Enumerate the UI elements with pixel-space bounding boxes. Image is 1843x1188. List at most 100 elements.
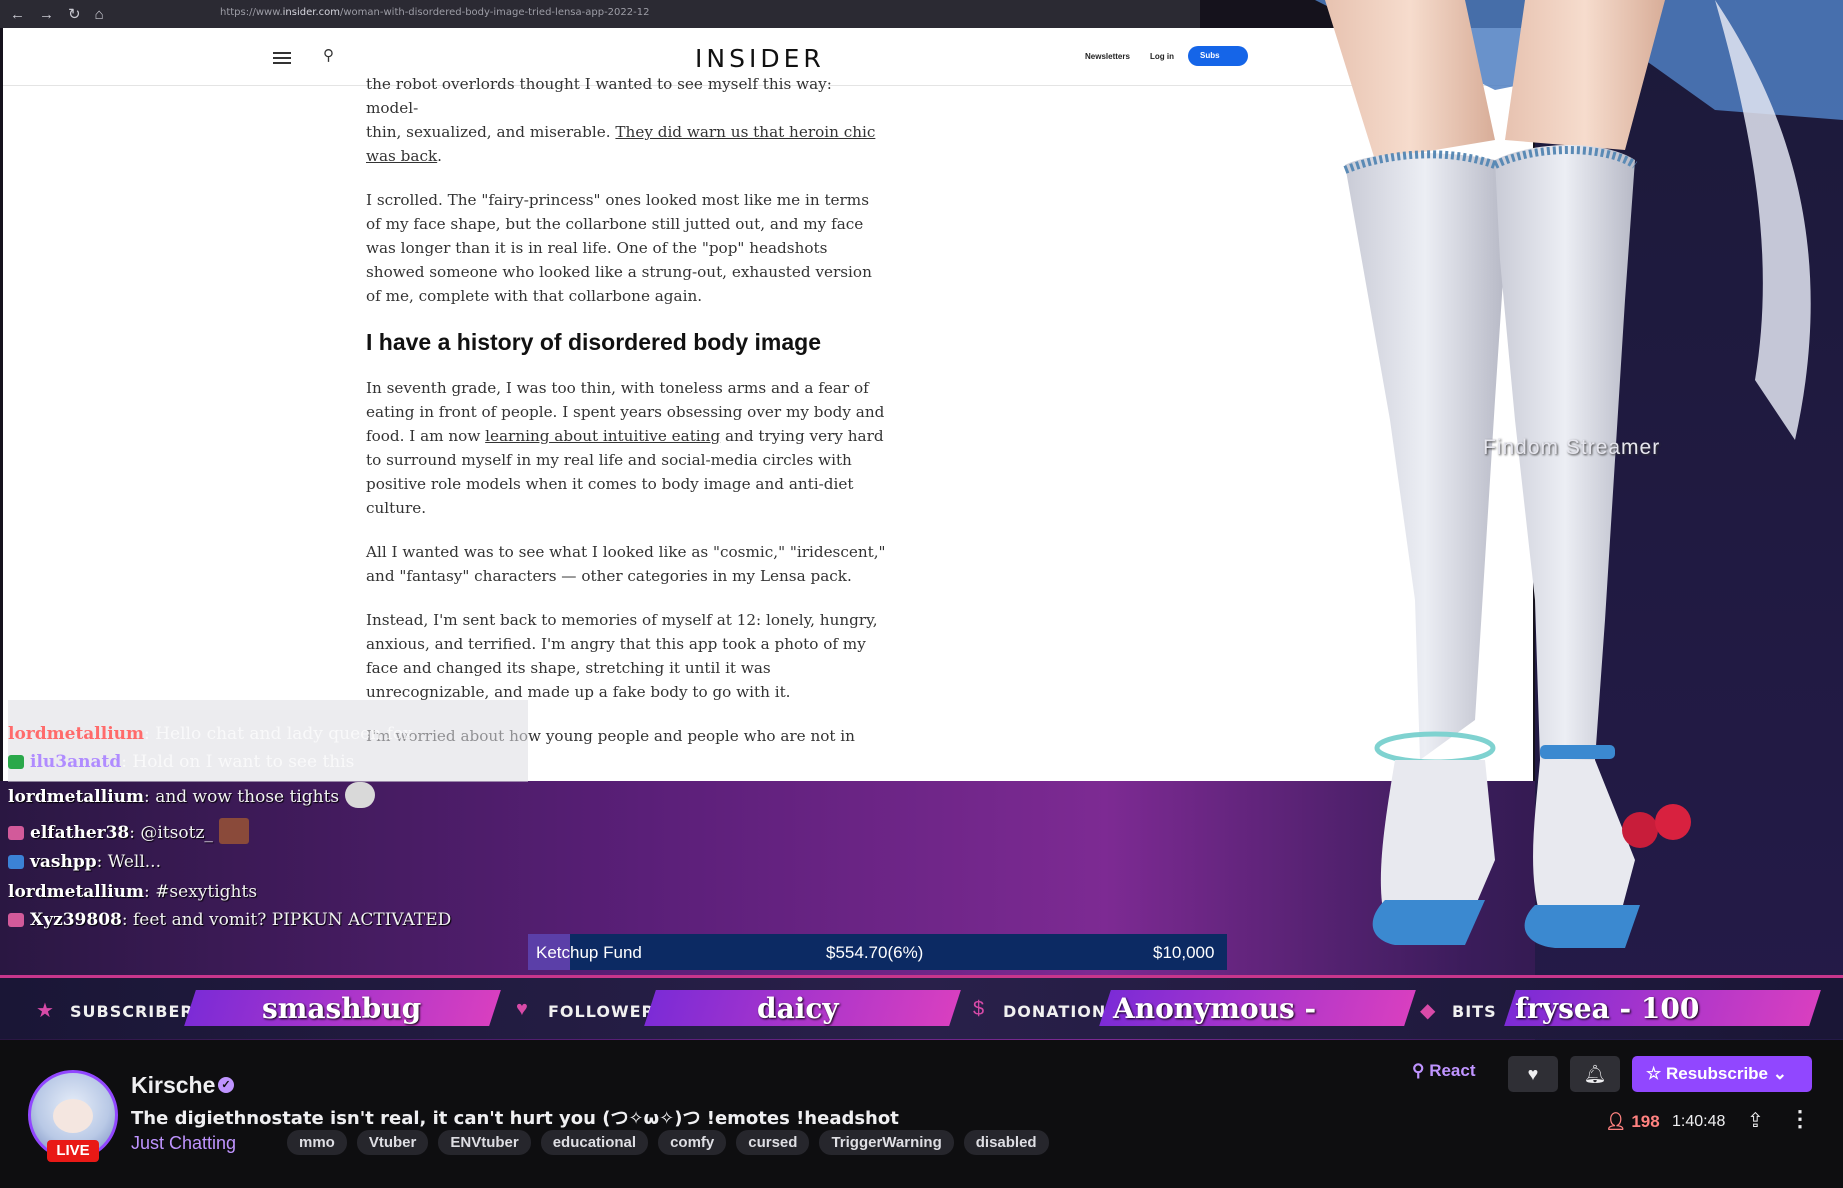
stream-tag[interactable]: disabled: [963, 1130, 1049, 1155]
chat-badge-icon: [8, 855, 24, 869]
menu-icon: [273, 52, 291, 64]
chat-text: dominate me~: [8, 676, 135, 696]
chat-username: elfather38: [30, 823, 130, 843]
resubscribe-label: Resubscribe: [1665, 1064, 1769, 1083]
stream-tag[interactable]: educational: [540, 1130, 649, 1155]
follower-value: daicy: [757, 992, 839, 1025]
follower-label: FOLLOWER: [548, 1002, 655, 1021]
avatar-shoe-right: [1524, 905, 1640, 948]
heart-icon: ♥: [516, 998, 528, 1020]
chat-emote-icon: [345, 782, 376, 808]
resubscribe-button[interactable]: ☆ Resubscribe ⌄: [1632, 1056, 1812, 1092]
viewer-count: 👤︎ 198: [1605, 1112, 1660, 1132]
stream-tag[interactable]: cursed: [736, 1130, 810, 1155]
chat-username: lordmetallium: [8, 724, 145, 744]
chat-text: #sexytights: [155, 882, 258, 902]
more-options-icon[interactable]: ⋮: [1789, 1106, 1811, 1132]
chat-emote-icon: [218, 818, 249, 844]
chat-text: Hold on I want to see this: [132, 752, 355, 772]
captured-url: https://www.insider.com/woman-with-disor…: [220, 7, 649, 18]
donation-label: DONATION: [1003, 1002, 1107, 1021]
fund-amount: $554.70(6%): [826, 943, 924, 962]
forward-arrow-icon: →: [39, 5, 54, 23]
chat-separator: :: [121, 910, 134, 930]
chat-message: lordmetallium: Hello chat and lady queen…: [8, 724, 413, 744]
chat-badge-icon: [8, 755, 24, 769]
subscriber-label: SUBSCRIBER: [70, 1002, 194, 1021]
article-paragraph: I scrolled. The "fairy-princess" ones lo…: [366, 191, 872, 305]
video-player[interactable]: ← → ↻ ⌂ https://www.insider.com/woman-wi…: [0, 0, 1843, 1040]
fund-name: Ketchup Fund: [536, 943, 642, 962]
bits-gem-icon: ◆: [1420, 1000, 1436, 1022]
avatar-cherry: [1622, 812, 1658, 848]
share-icon[interactable]: ⇪: [1747, 1108, 1764, 1133]
avatar-thigh-left: [1325, 0, 1495, 160]
chat-separator: :: [144, 787, 156, 807]
notifications-button[interactable]: 🔔︎: [1570, 1056, 1620, 1092]
stream-tag[interactable]: ENVtuber: [438, 1130, 531, 1155]
chat-message: dominate me~: [8, 676, 134, 696]
avatar-ankle-strap: [1540, 745, 1615, 759]
avatar-shoe-left: [1372, 900, 1485, 945]
star-icon: ★: [36, 1000, 54, 1022]
bits-value: frysea - 100: [1515, 992, 1700, 1025]
tag-list: mmo Vtuber ENVtuber educational comfy cursed T…: [287, 1130, 1049, 1155]
url-path: /woman-with-disordered-body-image-tried-…: [340, 7, 650, 18]
chat-username: Xyz39808: [30, 910, 122, 930]
site-logo: INSIDER: [695, 44, 825, 73]
chat-text: Hello chat and lady queen fox: [155, 724, 413, 744]
ketchup-fund-bar: Ketchup Fund $554.70(6%) $10,000: [528, 934, 1227, 970]
chat-username: lordmetallium: [8, 787, 145, 807]
chat-separator: :: [96, 852, 108, 872]
article-paragraph: In seventh grade, I was too thin, with t…: [366, 376, 886, 520]
chat-message: ilu3anatd: Hold on I want to see this: [8, 752, 354, 772]
vtuber-avatar-illustration: [1195, 0, 1843, 1040]
chat-username: ilu3anatd: [30, 752, 122, 772]
login-link: Log in: [1150, 52, 1174, 61]
chat-message: vashpp: Well...: [8, 852, 161, 872]
person-icon: 👤︎: [1605, 1112, 1632, 1131]
stream-tag[interactable]: mmo: [287, 1130, 347, 1155]
article-paragraph: All I wanted was to see what I looked li…: [366, 543, 886, 585]
heart-icon: ♥: [1527, 1064, 1539, 1084]
stream-tag[interactable]: TriggerWarning: [819, 1130, 954, 1155]
chat-text: feet and vomit? PIPKUN ACTIVATED: [133, 910, 452, 930]
chat-badge-icon: [8, 826, 24, 840]
react-icon: ⚲: [1412, 1061, 1430, 1080]
viewer-count-value: 198: [1631, 1112, 1660, 1131]
chat-separator: :: [144, 882, 156, 902]
donation-value: Anonymous -: [1113, 992, 1317, 1025]
paragraph-text: thin, sexualized, and miserable.: [366, 123, 616, 141]
chat-text: @itsotz_: [140, 823, 213, 843]
avatar-cherry: [1655, 804, 1691, 840]
react-button[interactable]: ⚲ React: [1412, 1061, 1476, 1081]
dollar-icon: $: [973, 998, 985, 1020]
article-paragraph: the robot overlords thought I wanted to …: [366, 72, 886, 168]
chat-separator: :: [121, 752, 133, 772]
bell-icon: 🔔︎: [1583, 1064, 1607, 1084]
chat-text: and wow those tights: [155, 787, 340, 807]
stream-tag[interactable]: Vtuber: [356, 1130, 429, 1155]
chat-username: lordmetallium: [8, 882, 145, 902]
follow-heart-button[interactable]: ♥: [1508, 1056, 1558, 1092]
stream-title: The digiethnostate isn't real, it can't …: [131, 1108, 899, 1129]
paragraph-text: the robot overlords thought I wanted to …: [366, 75, 832, 117]
chat-badge-icon: [8, 913, 24, 927]
chat-message: lordmetallium: #sexytights: [8, 882, 257, 902]
chat-message: Xyz39808: feet and vomit? PIPKUN ACTIVAT…: [8, 910, 451, 930]
avatar-face: [53, 1099, 93, 1133]
category-link[interactable]: Just Chatting: [131, 1133, 236, 1154]
bits-label: BITS: [1452, 1002, 1497, 1021]
article-body: the robot overlords thought I wanted to …: [366, 75, 886, 768]
avatar-sock-left: [1345, 153, 1505, 760]
back-arrow-icon: ←: [10, 5, 25, 23]
article-link: learning about intuitive eating: [485, 427, 721, 445]
reload-icon: ↻: [68, 6, 81, 23]
fund-goal: $10,000: [1153, 943, 1215, 962]
url-domain: insider.com: [282, 7, 340, 18]
channel-name[interactable]: Kirsche: [131, 1072, 215, 1099]
chat-separator: :: [129, 823, 141, 843]
star-outline-icon: ☆: [1646, 1064, 1666, 1083]
subscriber-value: smashbug: [262, 992, 422, 1025]
stream-tag[interactable]: comfy: [658, 1130, 727, 1155]
